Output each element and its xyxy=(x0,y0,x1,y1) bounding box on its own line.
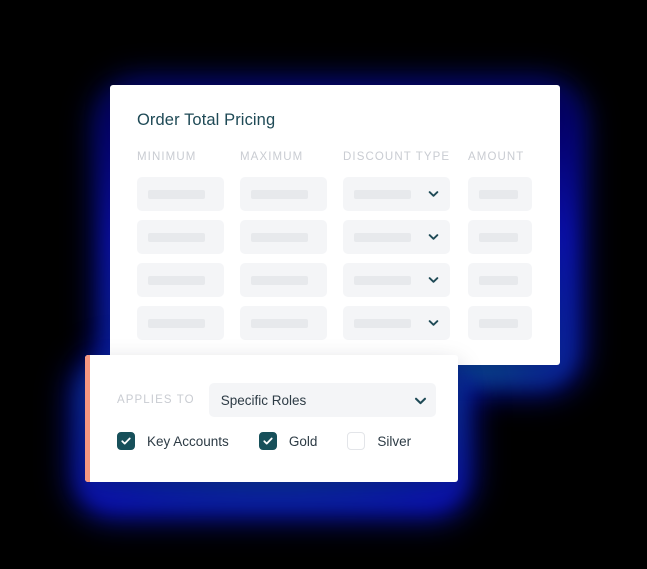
chevron-down-icon xyxy=(428,232,439,243)
minimum-input[interactable] xyxy=(137,263,224,297)
checkbox-unchecked-icon[interactable] xyxy=(347,432,366,450)
checkbox-gold[interactable]: Gold xyxy=(258,432,318,450)
maximum-value-placeholder xyxy=(251,232,308,242)
amount-input[interactable] xyxy=(468,263,532,297)
page-stage: Order Total Pricing MINIMUM MAXIMUM DISC… xyxy=(0,0,647,569)
checkbox-label: Key Accounts xyxy=(147,433,229,449)
checkbox-label: Silver xyxy=(377,433,412,449)
card-accent-bar xyxy=(85,355,90,482)
column-header-amount: AMOUNT xyxy=(468,151,525,163)
applies-to-select[interactable]: Specific Roles xyxy=(208,383,436,417)
minimum-input[interactable] xyxy=(137,306,224,340)
chevron-down-icon xyxy=(428,318,439,329)
amount-input[interactable] xyxy=(468,306,532,340)
discount-type-select[interactable] xyxy=(343,263,450,297)
column-header-minimum: MINIMUM xyxy=(137,151,197,163)
order-total-pricing-card: Order Total Pricing MINIMUM MAXIMUM DISC… xyxy=(110,85,560,365)
column-header-discount-type: DISCOUNT TYPE xyxy=(343,151,451,163)
discount-type-value-placeholder xyxy=(354,189,411,199)
checkbox-key-accounts[interactable]: Key Accounts xyxy=(117,432,229,450)
amount-value-placeholder xyxy=(479,275,518,285)
checkbox-label: Gold xyxy=(288,433,318,449)
checkbox-checked-icon[interactable] xyxy=(117,432,135,450)
minimum-value-placeholder xyxy=(148,275,205,285)
discount-type-value-placeholder xyxy=(354,275,411,285)
chevron-down-icon xyxy=(428,275,439,286)
maximum-input[interactable] xyxy=(240,220,327,254)
maximum-value-placeholder xyxy=(251,275,308,285)
applies-to-card: APPLIES TO Specific Roles Key Accounts G xyxy=(85,355,458,482)
chevron-down-icon xyxy=(428,189,439,200)
pricing-grid-header: MINIMUM MAXIMUM DISCOUNT TYPE AMOUNT xyxy=(137,151,546,163)
role-checkbox-group: Key Accounts Gold Silver xyxy=(117,432,411,450)
amount-value-placeholder xyxy=(479,318,518,328)
discount-type-select[interactable] xyxy=(343,220,450,254)
minimum-value-placeholder xyxy=(148,232,205,242)
chevron-down-icon xyxy=(414,395,426,406)
column-header-maximum: MAXIMUM xyxy=(240,151,304,163)
minimum-input[interactable] xyxy=(137,220,224,254)
pricing-grid: MINIMUM MAXIMUM DISCOUNT TYPE AMOUNT xyxy=(137,151,546,349)
amount-value-placeholder xyxy=(479,189,518,199)
maximum-input[interactable] xyxy=(240,263,327,297)
table-row xyxy=(137,306,546,340)
applies-to-label: APPLIES TO xyxy=(117,394,195,406)
maximum-value-placeholder xyxy=(251,189,308,199)
page-title: Order Total Pricing xyxy=(137,111,276,129)
maximum-input[interactable] xyxy=(240,306,327,340)
minimum-input[interactable] xyxy=(137,177,224,211)
applies-to-selected-value: Specific Roles xyxy=(220,392,307,408)
discount-type-value-placeholder xyxy=(354,318,411,328)
maximum-input[interactable] xyxy=(240,177,327,211)
amount-value-placeholder xyxy=(479,232,518,242)
maximum-value-placeholder xyxy=(251,318,308,328)
checkbox-checked-icon[interactable] xyxy=(258,432,277,450)
discount-type-value-placeholder xyxy=(354,232,411,242)
amount-input[interactable] xyxy=(468,220,532,254)
applies-to-row: APPLIES TO Specific Roles xyxy=(117,383,436,417)
minimum-value-placeholder xyxy=(148,189,205,199)
minimum-value-placeholder xyxy=(148,318,205,328)
discount-type-select[interactable] xyxy=(343,306,450,340)
checkbox-silver[interactable]: Silver xyxy=(347,432,411,450)
table-row xyxy=(137,220,546,254)
discount-type-select[interactable] xyxy=(343,177,450,211)
table-row xyxy=(137,177,546,211)
table-row xyxy=(137,263,546,297)
amount-input[interactable] xyxy=(468,177,532,211)
